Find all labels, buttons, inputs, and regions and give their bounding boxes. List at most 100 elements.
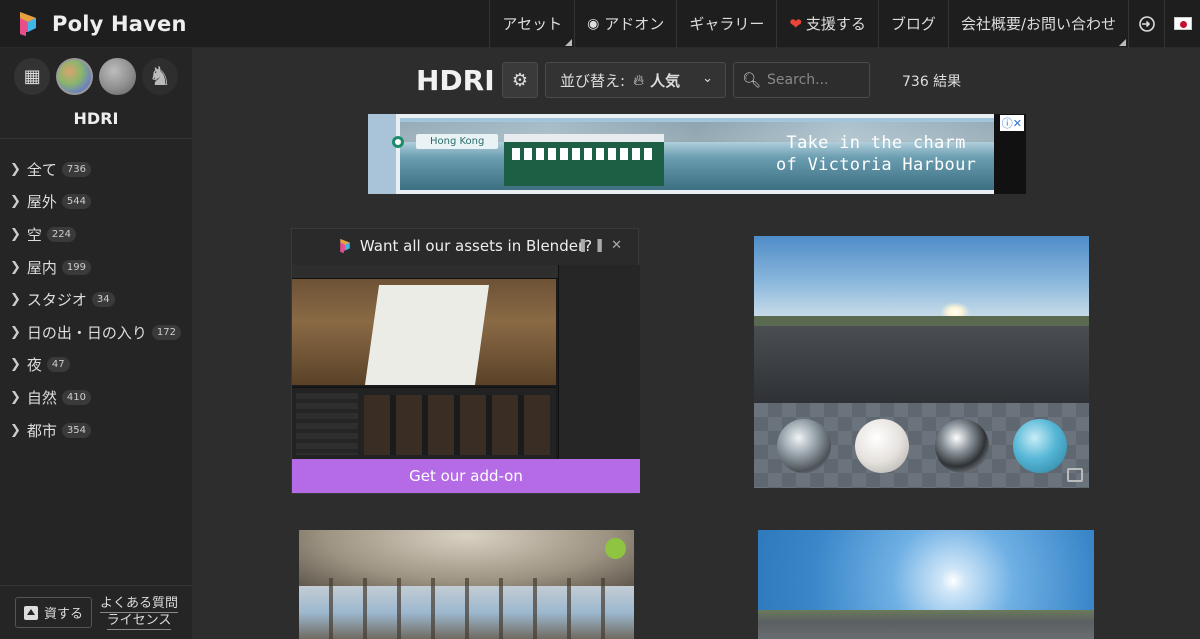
texture-type-icon[interactable] bbox=[99, 58, 136, 95]
category-label: 都市 bbox=[26, 421, 57, 440]
nav-about-label: 会社概要/お問い合わせ bbox=[960, 15, 1116, 33]
sidebar: ▦ ♞ HDRI ❯ 全て 736 ❯ 屋外 544 ❯ 空 224 ❯ 屋内 … bbox=[0, 48, 192, 639]
chevron-right-icon: ❯ bbox=[10, 324, 21, 340]
logo[interactable]: Poly Haven bbox=[0, 0, 300, 48]
chevron-right-icon: ❯ bbox=[10, 259, 21, 275]
get-addon-button[interactable]: Get our add-on bbox=[292, 459, 640, 493]
ad-left-panel bbox=[368, 114, 396, 194]
category-item-indoor[interactable]: ❯ 屋内 199 bbox=[0, 251, 192, 284]
pause-close-icons[interactable]: ❚❚✕ bbox=[577, 238, 628, 253]
nav-assets[interactable]: アセット bbox=[489, 0, 574, 48]
search-box[interactable]: 🔍︎ bbox=[733, 62, 870, 98]
category-item-all[interactable]: ❯ 全て 736 bbox=[0, 153, 192, 186]
hdri-card[interactable] bbox=[758, 530, 1094, 639]
category-count: 224 bbox=[46, 226, 77, 242]
poly-haven-logo-icon bbox=[340, 239, 350, 253]
category-label: 空 bbox=[26, 225, 42, 244]
resources-button[interactable]: 資する bbox=[15, 597, 93, 628]
preview-sphere-chrome bbox=[935, 419, 989, 473]
ad-ferry-image bbox=[504, 134, 664, 186]
nav-addon[interactable]: ◉ アドオン bbox=[574, 0, 676, 48]
category-count: 34 bbox=[91, 292, 115, 308]
nav-about[interactable]: 会社概要/お問い合わせ bbox=[947, 0, 1128, 48]
ad-banner[interactable]: Hong Kong Take in the charm of Victoria … bbox=[368, 114, 1026, 194]
nav-support[interactable]: ❤ 支援する bbox=[776, 0, 878, 48]
asset-type-switcher: ▦ ♞ bbox=[0, 48, 192, 95]
main-content: HDRI ⚙ 並び替え: 🔥︎ 人気 ⌄ 🔍︎ 736 結果 Hong Kong… bbox=[192, 48, 1200, 639]
brand-name: Poly Haven bbox=[52, 11, 187, 36]
category-item-sunrise-sunset[interactable]: ❯ 日の出・日の入り 172 bbox=[0, 316, 192, 349]
poly-haven-logo-icon bbox=[20, 11, 36, 36]
blender-properties-panel bbox=[558, 265, 640, 461]
search-input[interactable] bbox=[767, 72, 868, 88]
category-item-skies[interactable]: ❯ 空 224 bbox=[0, 218, 192, 251]
hdri-pillars bbox=[299, 578, 634, 639]
footer-links: よくある質問 ライセンス bbox=[100, 596, 179, 630]
chevron-right-icon: ❯ bbox=[10, 292, 21, 308]
hdri-horizon bbox=[754, 316, 1089, 326]
hdri-ground bbox=[758, 610, 1094, 639]
category-item-night[interactable]: ❯ 夜 47 bbox=[0, 349, 192, 382]
category-item-nature[interactable]: ❯ 自然 410 bbox=[0, 381, 192, 414]
license-link[interactable]: ライセンス bbox=[106, 613, 172, 630]
hdri-sky bbox=[758, 530, 1094, 612]
resources-label: 資する bbox=[44, 607, 84, 622]
chevron-right-icon: ❯ bbox=[10, 161, 21, 177]
nav-gallery[interactable]: ギャラリー bbox=[676, 0, 776, 48]
category-item-urban[interactable]: ❯ 都市 354 bbox=[0, 414, 192, 447]
listing-header: HDRI ⚙ 並び替え: 🔥︎ 人気 ⌄ 🔍︎ 736 結果 bbox=[192, 62, 1200, 100]
settings-button[interactable]: ⚙ bbox=[502, 62, 538, 98]
category-label: 夜 bbox=[26, 356, 42, 375]
hdri-type-icon[interactable] bbox=[56, 58, 94, 95]
login-button[interactable] bbox=[1128, 0, 1164, 48]
japan-flag-icon bbox=[1173, 17, 1192, 30]
ad-close-icon[interactable]: ⓘ✕ bbox=[999, 115, 1024, 131]
sidebar-footer: 資する よくある質問 ライセンス bbox=[0, 585, 192, 639]
category-item-outdoor[interactable]: ❯ 屋外 544 bbox=[0, 186, 192, 219]
sort-prefix: 並び替え: bbox=[560, 71, 626, 90]
studio-backdrop bbox=[364, 285, 490, 385]
category-label: 屋外 bbox=[26, 193, 57, 212]
hdri-ground bbox=[754, 326, 1089, 403]
category-label: スタジオ bbox=[26, 291, 87, 310]
nav-blog[interactable]: ブログ bbox=[877, 0, 948, 48]
category-label: 全て bbox=[26, 160, 57, 179]
addon-promo-card: Want all our assets in Blender? ❚❚✕ Get … bbox=[291, 228, 640, 494]
category-count: 172 bbox=[151, 324, 182, 340]
flame-icon: 🔥︎ bbox=[633, 71, 645, 89]
hdri-card[interactable] bbox=[754, 236, 1089, 488]
faq-link[interactable]: よくある質問 bbox=[100, 596, 179, 613]
dropdown-corner-icon bbox=[1119, 38, 1126, 46]
ad-marker-icon bbox=[392, 136, 404, 148]
category-item-studio[interactable]: ❯ スタジオ 34 bbox=[0, 283, 192, 316]
category-label: 屋内 bbox=[26, 258, 57, 277]
ad-line-1: Take in the charm bbox=[786, 133, 966, 153]
nav-blog-label: ブログ bbox=[890, 15, 936, 33]
ad-copy: Take in the charm of Victoria Harbour bbox=[776, 132, 976, 176]
chevron-right-icon: ❯ bbox=[10, 357, 21, 373]
chevron-right-icon: ❯ bbox=[10, 422, 21, 438]
preview-sphere-glass bbox=[777, 419, 831, 473]
main-nav: アセット ◉ アドオン ギャラリー ❤ 支援する ブログ 会社概要/お問い合わせ bbox=[489, 0, 1200, 48]
sort-value: 人気 bbox=[650, 71, 681, 90]
chevron-right-icon: ❯ bbox=[10, 194, 21, 210]
ad-line-2: of Victoria Harbour bbox=[776, 155, 977, 175]
promo-title: Want all our assets in Blender? bbox=[359, 237, 593, 255]
nav-assets-label: アセット bbox=[502, 15, 563, 33]
asset-tree bbox=[296, 393, 358, 455]
promo-header: Want all our assets in Blender? ❚❚✕ bbox=[292, 229, 638, 263]
ad-tag: Hong Kong bbox=[416, 134, 499, 149]
language-button[interactable] bbox=[1164, 0, 1200, 48]
category-list: ❯ 全て 736 ❯ 屋外 544 ❯ 空 224 ❯ 屋内 199 ❯ スタジ… bbox=[0, 139, 192, 446]
category-count: 736 bbox=[61, 161, 92, 177]
sort-dropdown[interactable]: 並び替え: 🔥︎ 人気 ⌄ bbox=[545, 62, 726, 98]
sidebar-title: HDRI bbox=[0, 109, 192, 139]
category-count: 199 bbox=[61, 259, 92, 275]
gallery-icon bbox=[1067, 468, 1083, 482]
all-assets-grid-icon[interactable]: ▦ bbox=[14, 58, 51, 95]
search-icon: 🔍︎ bbox=[742, 71, 762, 89]
hdri-card[interactable] bbox=[299, 530, 634, 639]
category-count: 410 bbox=[61, 389, 92, 405]
hdri-sky bbox=[754, 236, 1089, 321]
model-type-icon[interactable]: ♞ bbox=[141, 58, 178, 95]
